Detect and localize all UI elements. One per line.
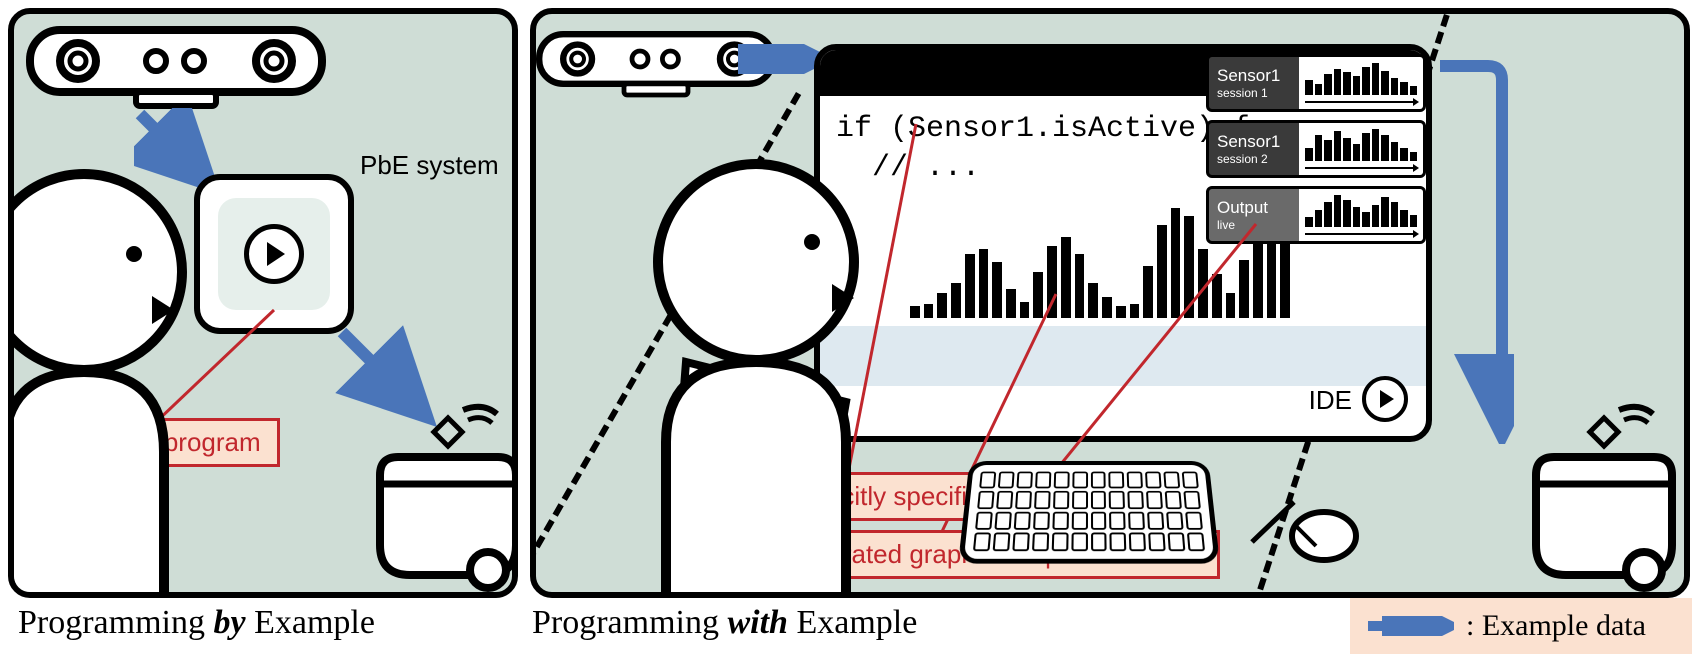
caption-right-prefix: Programming	[532, 604, 727, 641]
caption-right-em: with	[727, 604, 787, 641]
legend: : Example data	[1350, 598, 1692, 654]
arrow-ide-to-robot	[1434, 54, 1514, 444]
mouse-icon	[1246, 492, 1366, 572]
caption-left-em: by	[213, 604, 245, 641]
robot-icon	[1524, 402, 1684, 592]
caption-left-suffix: Example	[246, 604, 375, 641]
pbe-system-inner	[218, 198, 330, 310]
diagram-root: PbE system Inferred program	[0, 0, 1700, 663]
legend-arrow-icon	[1364, 616, 1454, 636]
person-icon	[8, 162, 204, 598]
caption-right-suffix: Example	[788, 604, 917, 641]
person-icon	[636, 152, 896, 592]
panel-programming-with-example: if (Sensor1.isActive) { // ... IDE Senso…	[530, 8, 1690, 598]
pbe-label: PbE system	[360, 150, 499, 181]
arrow-sensor-to-ide	[734, 44, 824, 74]
ide-play-button[interactable]	[1362, 376, 1408, 422]
panel-programming-by-example: PbE system Inferred program	[8, 8, 518, 598]
caption-left-prefix: Programming	[18, 604, 213, 641]
keyboard-icon	[958, 461, 1220, 564]
robot-icon	[368, 402, 518, 592]
play-icon	[244, 224, 304, 284]
legend-text: : Example data	[1466, 609, 1646, 643]
caption-right: Programming with Example	[532, 604, 917, 642]
depth-sensor-icon	[26, 26, 326, 116]
caption-left: Programming by Example	[18, 604, 375, 642]
